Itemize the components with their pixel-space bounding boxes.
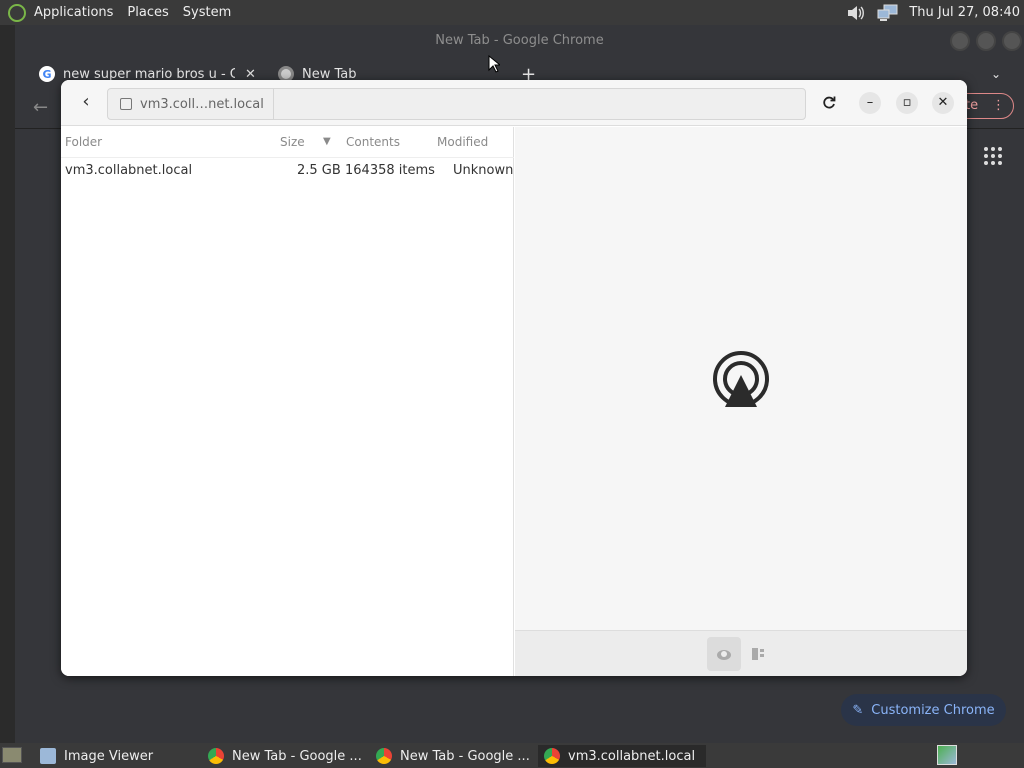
apps-grid-icon[interactable]: [984, 147, 1002, 165]
google-icon: G: [39, 66, 55, 82]
preview-mode-icon[interactable]: [707, 637, 741, 671]
distro-logo-icon[interactable]: [8, 3, 26, 22]
image-viewer-icon: [40, 748, 56, 764]
kebab-menu-icon[interactable]: ⋮: [992, 94, 1005, 118]
row-modified: Unknown: [453, 163, 514, 178]
panel-tray: Thu Jul 27, 08:40: [845, 0, 1020, 25]
taskbar-item-label: Image Viewer: [64, 748, 154, 764]
row-folder-name: vm3.collabnet.local: [65, 163, 193, 178]
tab-search-chevron-icon[interactable]: ⌄: [991, 61, 1001, 87]
column-header-size[interactable]: Size: [280, 135, 305, 149]
network-share-icon: [713, 351, 769, 407]
file-chooser-dialog: ‹ vm3.coll…net.local – ▫ ✕ Folder Size ▼…: [61, 80, 967, 676]
volume-icon[interactable]: [845, 4, 867, 22]
preview-pane: [515, 127, 967, 630]
minimize-dialog-button[interactable]: –: [859, 92, 881, 114]
chrome-icon: [544, 748, 560, 764]
maximize-window-button[interactable]: [976, 31, 996, 51]
chrome-icon: [376, 748, 392, 764]
taskbar-item-file-dialog[interactable]: vm3.collabnet.local: [538, 745, 706, 767]
taskbar-item-label: vm3.collabnet.local: [568, 748, 696, 764]
workspace-switcher-icon[interactable]: [937, 745, 957, 765]
file-list: Folder Size ▼ Contents Modified vm3.coll…: [61, 127, 514, 676]
reload-icon[interactable]: [818, 92, 840, 114]
path-bar: vm3.coll…net.local: [107, 88, 806, 120]
path-segment-button[interactable]: vm3.coll…net.local: [108, 89, 274, 119]
column-header-folder[interactable]: Folder: [65, 135, 102, 149]
path-segment-label: vm3.coll…net.local: [140, 96, 264, 112]
clock[interactable]: Thu Jul 27, 08:40: [909, 5, 1020, 20]
applications-menu[interactable]: Applications: [34, 5, 113, 20]
sort-descending-icon[interactable]: ▼: [323, 136, 331, 147]
customize-label: Customize Chrome: [871, 702, 995, 718]
close-dialog-button[interactable]: ✕: [932, 92, 954, 114]
preview-footer: [515, 630, 967, 676]
system-menu[interactable]: System: [183, 5, 231, 20]
column-header-contents[interactable]: Contents: [346, 135, 400, 149]
places-menu[interactable]: Places: [127, 5, 168, 20]
taskbar-item-label: New Tab - Google ...: [400, 748, 530, 764]
back-chevron-icon[interactable]: ‹: [75, 92, 97, 114]
maximize-dialog-button[interactable]: ▫: [896, 92, 918, 114]
taskbar: Image Viewer New Tab - Google ... New Ta…: [0, 743, 1024, 768]
column-header-modified[interactable]: Modified: [437, 135, 488, 149]
dialog-header: ‹ vm3.coll…net.local – ▫ ✕: [61, 80, 967, 126]
chrome-title: New Tab - Google Chrome: [435, 33, 604, 48]
drive-icon: [120, 98, 132, 110]
details-mode-icon[interactable]: [741, 637, 775, 671]
minimize-window-button[interactable]: [950, 31, 970, 51]
mouse-cursor-icon: [488, 55, 500, 73]
taskbar-item-chrome-2[interactable]: New Tab - Google ...: [370, 745, 530, 767]
table-row[interactable]: vm3.collabnet.local 2.5 GB 164358 items …: [61, 157, 514, 181]
taskbar-item-chrome-1[interactable]: New Tab - Google ...: [202, 745, 362, 767]
taskbar-item-image-viewer[interactable]: Image Viewer: [34, 745, 194, 767]
window-controls: [950, 31, 1022, 51]
back-arrow-icon[interactable]: ←: [33, 97, 48, 118]
show-desktop-icon[interactable]: [2, 747, 22, 763]
row-size: 2.5 GB: [297, 163, 341, 178]
row-contents: 164358 items: [345, 163, 435, 178]
customize-chrome-button[interactable]: ✎ Customize Chrome: [841, 694, 1006, 726]
taskbar-item-label: New Tab - Google ...: [232, 748, 362, 764]
network-icon[interactable]: [877, 4, 899, 22]
close-window-button[interactable]: [1002, 31, 1022, 51]
top-panel: Applications Places System Thu Jul 27, 0…: [0, 0, 1024, 25]
chrome-icon: [208, 748, 224, 764]
pencil-icon: ✎: [852, 702, 864, 718]
